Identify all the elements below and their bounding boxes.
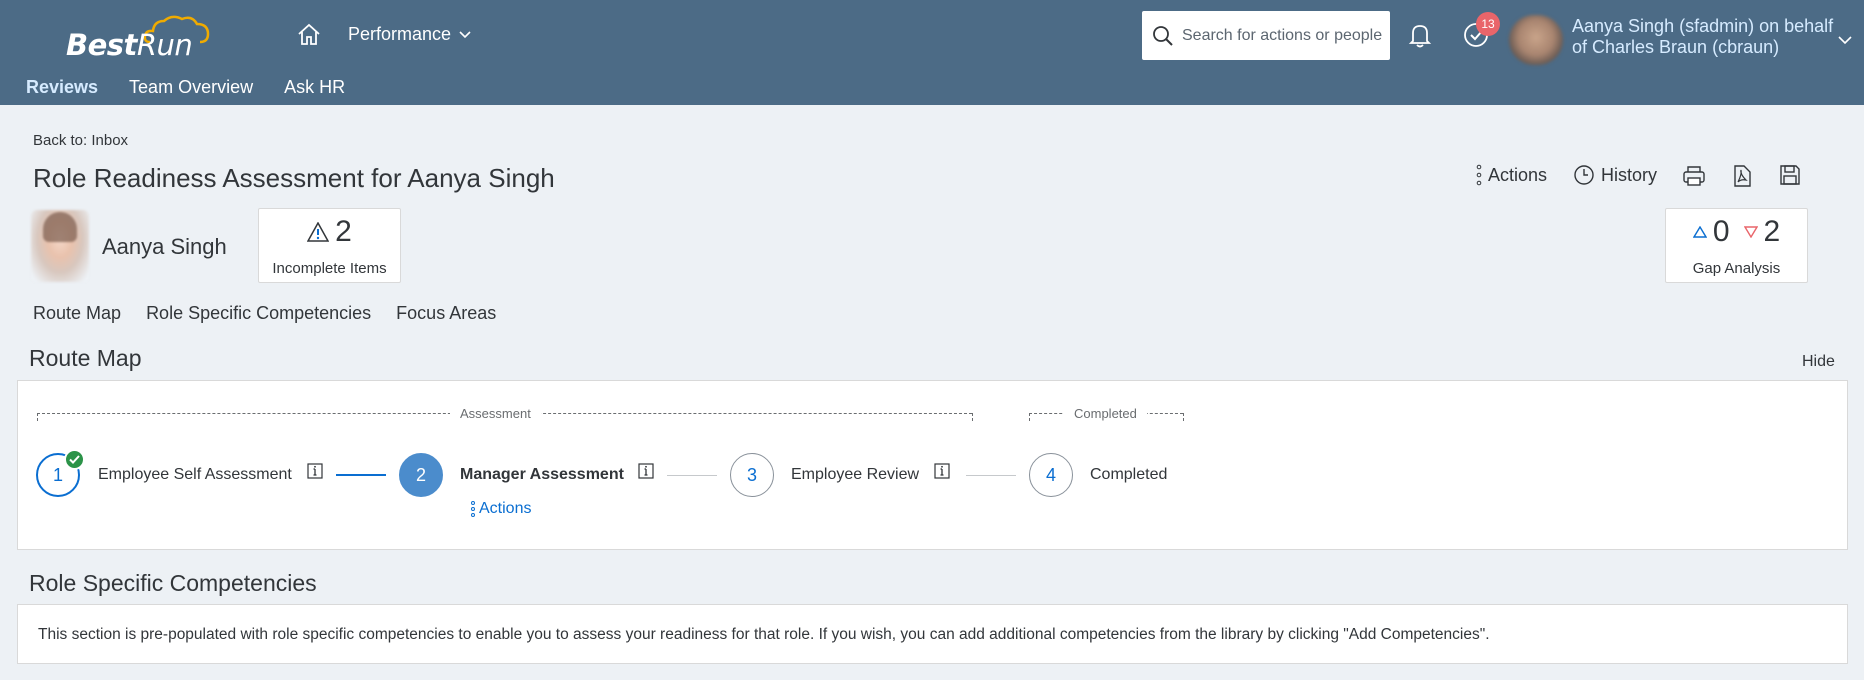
step-actions-label: Actions [479,500,532,517]
completed-group-label: Completed [1064,406,1147,421]
competencies-panel: This section is pre-populated with role … [17,604,1848,664]
search-placeholder: Search for actions or people [1182,26,1383,44]
incomplete-items-card[interactable]: 2 Incomplete Items [258,208,401,283]
assessment-group-tick-right [972,413,973,421]
shell-header: BestRun Performance Reviews Team Overvie… [0,0,1864,105]
competencies-title: Role Specific Competencies [29,570,317,596]
incomplete-label: Incomplete Items [272,260,387,277]
triangle-up-icon [1692,226,1707,238]
print-icon[interactable] [1682,164,1706,193]
step-3-label[interactable]: Employee Review [791,466,919,484]
gap-down-value: 2 [1763,215,1781,248]
step-4-circle[interactable]: 4 [1029,453,1073,497]
history-button[interactable]: History [1573,164,1657,186]
hide-route-map-button[interactable]: Hide [1802,353,1835,371]
completed-group-tick-right [1183,413,1184,421]
user-avatar[interactable] [1509,15,1563,65]
actions-button[interactable]: Actions [1476,164,1547,186]
step-2-circle[interactable]: 2 [399,453,443,497]
assessment-group-label: Assessment [450,406,541,421]
info-icon[interactable] [307,463,323,479]
module-menu-label: Performance [348,24,452,44]
notification-badge: 13 [1476,12,1500,36]
bell-icon[interactable] [1408,22,1432,53]
search-input[interactable]: Search for actions or people [1142,11,1390,60]
route-map-panel: Assessment Completed 1 Employee Self Ass… [17,380,1848,550]
tab-reviews[interactable]: Reviews [26,77,98,98]
company-logo[interactable]: BestRun [66,15,226,68]
step-2-label[interactable]: Manager Assessment [460,466,624,484]
history-label: History [1601,164,1658,185]
check-icon [64,449,85,470]
actions-label: Actions [1488,164,1548,185]
step-3-circle[interactable]: 3 [730,453,774,497]
section-link-route-map[interactable]: Route Map [33,303,121,324]
route-map-title: Route Map [29,345,142,371]
step-connector-3 [966,475,1016,476]
employee-photo [31,210,89,282]
info-icon[interactable] [638,463,654,479]
assessment-group-tick-left [37,413,38,421]
user-menu-chevron-icon[interactable] [1838,32,1852,50]
employee-name: Aanya Singh [102,234,227,259]
pdf-export-icon[interactable] [1730,164,1754,193]
user-name[interactable]: Aanya Singh (sfadmin) on behalf of Charl… [1572,16,1840,58]
overflow-vertical-icon [471,501,475,517]
gap-up-value: 0 [1712,215,1730,248]
section-link-focus-areas[interactable]: Focus Areas [396,303,496,324]
section-links: Route Map Role Specific Competencies Foc… [33,303,496,324]
competencies-description: This section is pre-populated with role … [38,626,1490,643]
page-title: Role Readiness Assessment for Aanya Sing… [33,163,555,193]
completed-group-tick-left [1029,413,1030,421]
module-menu[interactable]: Performance [348,24,471,45]
gap-analysis-card[interactable]: 0 2 Gap Analysis [1665,208,1808,283]
clock-icon [1574,165,1594,185]
info-icon[interactable] [934,463,950,479]
overflow-vertical-icon [1476,164,1482,186]
gap-analysis-label: Gap Analysis [1692,260,1781,277]
section-link-role-competencies[interactable]: Role Specific Competencies [146,303,371,324]
tab-team-overview[interactable]: Team Overview [129,77,253,98]
warning-icon [307,222,330,242]
logo-text: BestRun [66,28,193,62]
tab-ask-hr[interactable]: Ask HR [284,77,345,98]
chevron-down-icon [459,30,471,38]
step-4-label[interactable]: Completed [1090,466,1167,484]
triangle-down-icon [1743,226,1758,238]
top-tabs: Reviews Team Overview Ask HR [26,77,345,98]
save-icon[interactable] [1779,164,1801,191]
step-connector-2 [667,475,717,476]
search-icon [1153,25,1173,46]
step-actions-link[interactable]: Actions [470,500,531,518]
step-1-label[interactable]: Employee Self Assessment [98,466,292,484]
incomplete-count: 2 [335,215,352,248]
home-icon[interactable] [296,22,324,48]
back-link[interactable]: Back to: Inbox [33,132,128,149]
step-connector-1 [336,474,386,476]
